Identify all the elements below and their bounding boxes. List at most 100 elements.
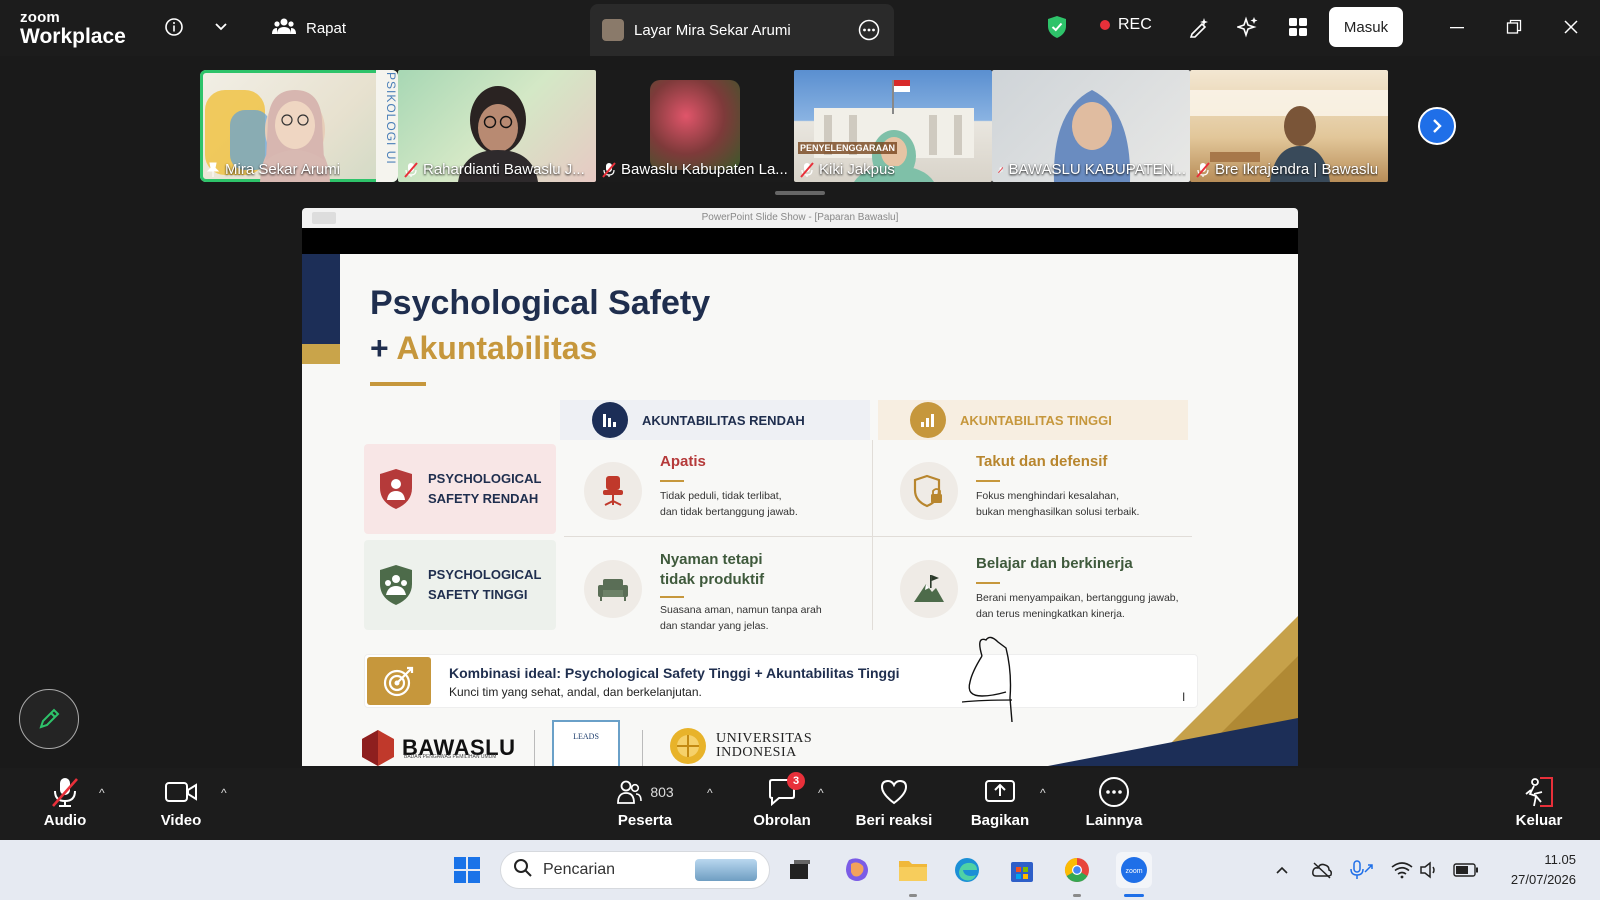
participant-tile-4[interactable]: PENYELENGGARAAN Kiki Jakpus	[794, 70, 992, 182]
slide-title-line2: + Akuntabilitas	[370, 330, 598, 366]
restore-icon[interactable]	[1501, 14, 1527, 40]
react-button[interactable]: Beri reaksi	[844, 776, 944, 829]
chrome-icon[interactable]	[1061, 854, 1093, 886]
video-camera-icon	[164, 776, 198, 808]
audio-options-caret[interactable]: ^	[99, 786, 105, 800]
shared-slide: Psychological Safety + Akuntabilitas AKU…	[302, 254, 1298, 766]
search-icon	[513, 858, 533, 883]
mic-in-use-icon[interactable]	[1346, 854, 1378, 886]
share-screen-icon	[984, 776, 1016, 808]
mountain-flag-icon	[900, 560, 958, 618]
participant-tile-5[interactable]: BAWASLU KABUPATEN...	[992, 70, 1190, 182]
rec-label: REC	[1118, 16, 1152, 33]
more-icon	[1098, 776, 1130, 808]
pen-sparkle-icon[interactable]	[1186, 14, 1212, 40]
mic-muted-icon	[1196, 161, 1210, 178]
column-header-low-accountability: AKUNTABILITAS RENDAH	[560, 400, 870, 440]
gallery-resize-handle[interactable]	[775, 191, 825, 195]
chat-icon: 3	[767, 772, 805, 808]
sparkle-icon[interactable]	[1235, 14, 1261, 40]
meeting-menu[interactable]: Rapat	[272, 14, 346, 42]
copilot-icon[interactable]	[841, 854, 873, 886]
taskbar-search[interactable]: Pencarian	[500, 851, 770, 889]
chat-unread-badge: 3	[787, 772, 805, 790]
volume-icon[interactable]	[1414, 854, 1446, 886]
slide-window-icon	[312, 212, 336, 224]
participant-tile-2[interactable]: Rahardianti Bawaslu J...	[398, 70, 596, 182]
zoom-app-icon[interactable]: zoom	[1116, 852, 1152, 888]
more-button[interactable]: Lainnya	[1069, 776, 1159, 829]
pin-icon	[206, 162, 220, 177]
gallery-next-button[interactable]	[1418, 107, 1456, 145]
matrix-vertical-divider	[872, 440, 873, 630]
screen-share-tab[interactable]: Layar Mira Sekar Arumi	[590, 4, 894, 56]
share-button[interactable]: Bagikan	[955, 776, 1045, 829]
apps-icon[interactable]	[1285, 14, 1311, 40]
share-options-caret[interactable]: ^	[1040, 786, 1046, 800]
clock[interactable]: 11.05 27/07/2026	[1488, 850, 1576, 890]
brand-workplace: Workplace	[20, 25, 126, 48]
shield-person-icon	[380, 469, 412, 509]
cell-apatis: Apatis Tidak peduli, tidak terlibat, dan …	[568, 446, 864, 536]
video-button[interactable]: Video	[136, 776, 226, 829]
video-options-caret[interactable]: ^	[221, 786, 227, 800]
battery-icon[interactable]	[1450, 854, 1482, 886]
zoom-workplace-logo: zoom Workplace	[20, 10, 126, 47]
bawaslu-logo: BAWASLU BADAN PENGAWAS PEMILIHAN UMUM	[360, 728, 516, 766]
participant-tile-3[interactable]: Bawaslu Kabupaten La...	[596, 70, 794, 182]
store-icon[interactable]	[1006, 854, 1038, 886]
ellipsis-icon[interactable]	[858, 19, 880, 46]
annotate-button[interactable]	[19, 689, 79, 749]
participant-name: Kiki Jakpus	[800, 161, 895, 178]
edge-icon[interactable]	[951, 854, 983, 886]
meeting-controls: Audio ^ Video ^ 803 Peserta ^ 3 Obrolan …	[0, 768, 1600, 840]
cloud-offline-icon[interactable]	[1306, 854, 1338, 886]
bawaslu-emblem-icon	[362, 730, 394, 766]
chevron-up-icon[interactable]	[1266, 854, 1298, 886]
windows-start-icon[interactable]	[451, 854, 483, 886]
chevron-right-icon	[1433, 119, 1442, 133]
file-explorer-icon[interactable]	[897, 854, 929, 886]
clock-date: 27/07/2026	[1510, 872, 1576, 887]
matrix-horizontal-divider	[564, 536, 1192, 537]
column-header-high-accountability: AKUNTABILITAS TINGGI	[878, 400, 1188, 440]
mic-muted-icon	[50, 776, 80, 808]
chair-icon	[584, 462, 642, 520]
participants-icon	[617, 780, 643, 804]
zoom-title-bar: zoom Workplace Rapat Layar Mira Sekar Ar…	[0, 0, 1600, 56]
recording-indicator[interactable]: REC	[1100, 16, 1152, 34]
rec-dot-icon	[1100, 20, 1110, 30]
participants-button[interactable]: 803 Peserta	[598, 776, 692, 829]
mic-muted-icon	[998, 166, 1004, 173]
psikologi-ui-banner: PSIKOLOGI UI	[384, 72, 398, 165]
minimize-icon[interactable]	[1444, 14, 1470, 40]
chat-options-caret[interactable]: ^	[818, 786, 824, 800]
people-icon	[272, 16, 296, 40]
mic-muted-icon	[602, 161, 616, 178]
meeting-label: Rapat	[306, 19, 347, 37]
shield-check-icon[interactable]	[1044, 14, 1070, 40]
search-placeholder: Pencarian	[543, 861, 616, 878]
chat-button[interactable]: 3 Obrolan	[737, 772, 827, 829]
participants-options-caret[interactable]: ^	[707, 786, 713, 800]
chart-up-icon	[910, 402, 946, 438]
powerpoint-window-title: PowerPoint Slide Show - [Paparan Bawaslu…	[302, 208, 1298, 228]
close-icon[interactable]	[1558, 14, 1584, 40]
participant-name: Bre Ikrajendra | Bawaslu	[1196, 161, 1378, 178]
participant-count: 803	[650, 784, 674, 800]
row-header-high-safety: PSYCHOLOGICAL SAFETY TINGGI	[364, 540, 556, 630]
leave-button[interactable]: Keluar	[1494, 776, 1584, 829]
sign-in-button[interactable]: Masuk	[1329, 7, 1403, 47]
participant-tile-1[interactable]: PSIKOLOGI UI Mira Sekar Arumi	[200, 70, 398, 182]
title-underline	[370, 382, 426, 386]
brand-zoom: zoom	[20, 9, 60, 26]
task-view-icon[interactable]	[784, 854, 816, 886]
pencil-icon	[39, 708, 60, 729]
heart-icon	[879, 776, 909, 808]
mic-muted-icon	[800, 161, 814, 178]
audio-button[interactable]: Audio	[20, 776, 110, 829]
info-icon[interactable]	[161, 14, 187, 40]
participant-tile-6[interactable]: Bre Ikrajendra | Bawaslu	[1190, 70, 1388, 182]
slide-title-line1: Psychological Safety	[370, 284, 711, 322]
chevron-down-icon[interactable]	[208, 14, 234, 40]
